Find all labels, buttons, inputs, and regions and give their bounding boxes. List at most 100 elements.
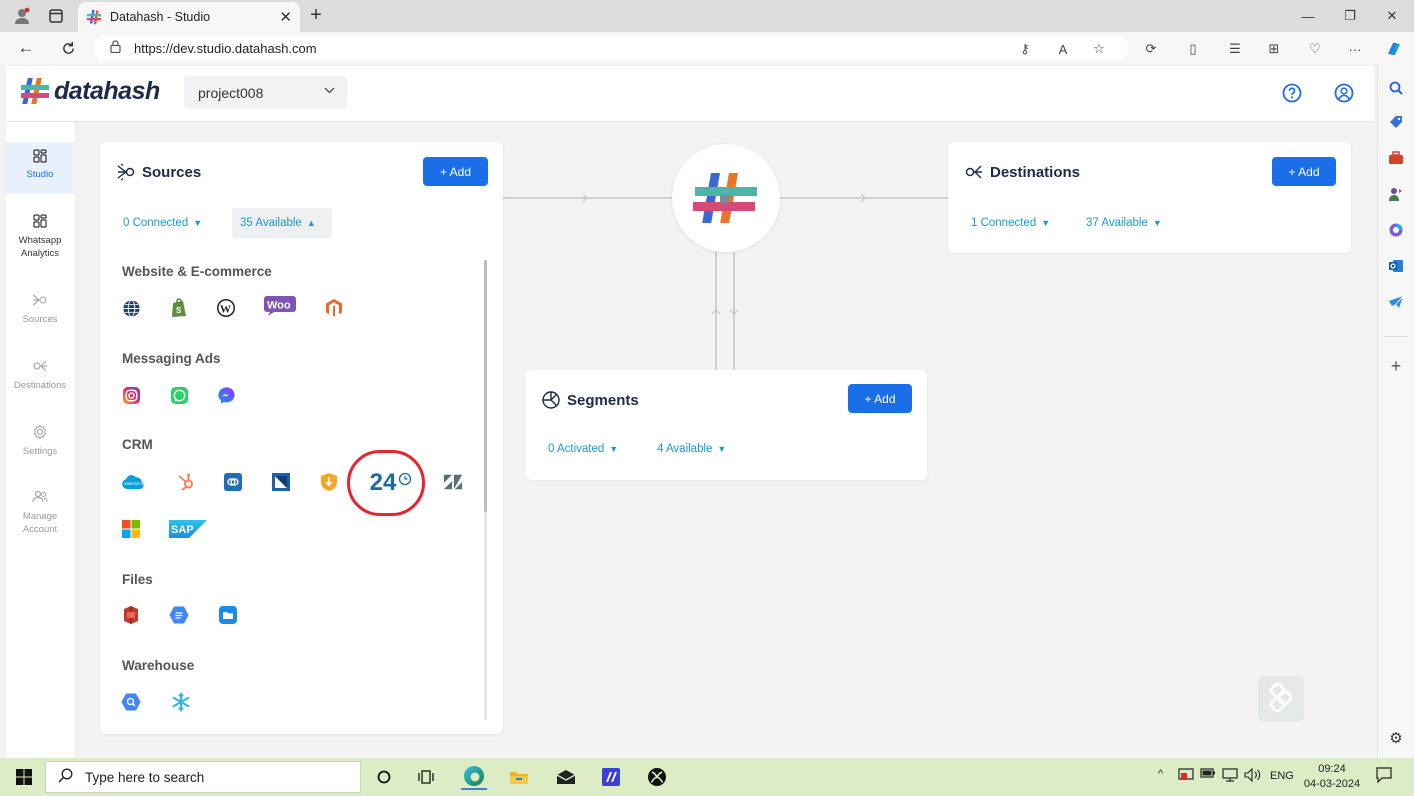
aws-s3-icon[interactable] <box>121 605 141 625</box>
datahash-hub[interactable] <box>672 144 780 252</box>
microsoft365-icon[interactable] <box>1386 220 1406 240</box>
games-icon[interactable] <box>1386 184 1406 204</box>
task-view-icon[interactable] <box>413 764 439 790</box>
favorite-star-icon[interactable]: ☆ <box>1088 38 1110 60</box>
segments-activated-dropdown[interactable]: 0 Activated ▼ <box>540 434 626 464</box>
sidebar-item-destinations[interactable]: Destinations <box>6 358 74 391</box>
globe-icon[interactable] <box>121 298 141 318</box>
sources-available-dropdown[interactable]: 35 Available ▲ <box>232 208 332 238</box>
sap-icon[interactable]: SAP <box>169 519 207 539</box>
tray-chevron-up-icon[interactable]: ^ <box>1158 768 1163 780</box>
language-indicator[interactable]: ENG <box>1270 770 1294 782</box>
windows-start-icon[interactable] <box>16 769 32 790</box>
messenger-icon[interactable] <box>216 385 236 405</box>
microsoft-icon[interactable] <box>121 519 141 539</box>
datahash-logo[interactable]: datahash <box>20 76 160 106</box>
tab-close-icon[interactable]: ✕ <box>279 8 292 26</box>
maximize-button[interactable]: ❐ <box>1330 4 1370 28</box>
add-segment-button[interactable]: + Add <box>848 384 912 413</box>
salesforce-icon[interactable]: salesforce <box>120 472 146 492</box>
grid-icon <box>33 149 47 163</box>
back-icon[interactable]: ← <box>12 36 40 60</box>
chat-widget-icon[interactable] <box>1258 676 1304 722</box>
copilot-icon[interactable] <box>1383 38 1405 60</box>
svg-text:Woo: Woo <box>267 300 291 312</box>
destinations-connected-dropdown[interactable]: 1 Connected ▼ <box>963 208 1058 238</box>
sidebar-item-settings[interactable]: Settings <box>6 424 74 457</box>
cortana-icon[interactable] <box>371 764 397 790</box>
segments-title: Segments <box>541 390 639 410</box>
destinations-available-dropdown[interactable]: 37 Available ▼ <box>1078 208 1170 238</box>
tray-security-icon[interactable] <box>1178 768 1194 785</box>
logo-text: datahash <box>54 76 160 105</box>
tools-briefcase-icon[interactable] <box>1386 148 1406 168</box>
read-aloud-icon[interactable]: A <box>1052 38 1074 60</box>
help-icon[interactable] <box>1282 83 1302 103</box>
segments-available-dropdown[interactable]: 4 Available ▼ <box>649 434 734 464</box>
magento-icon[interactable] <box>324 298 344 318</box>
extensions-icon[interactable]: ⟳ <box>1140 38 1162 60</box>
sources-scrollbar-thumb[interactable] <box>484 260 487 512</box>
sidebar-item-studio[interactable]: Studio <box>6 142 74 194</box>
files-icon[interactable] <box>218 605 238 625</box>
wordpress-icon[interactable]: W <box>216 298 236 318</box>
shopping-tag-icon[interactable] <box>1386 112 1406 132</box>
taskbar-search-input[interactable]: Type here to search <box>45 761 361 793</box>
app-icon[interactable] <box>598 764 624 790</box>
datahash-hub-logo-icon <box>693 173 757 223</box>
new-tab-button[interactable]: + <box>304 3 328 27</box>
account-icon[interactable] <box>1334 83 1354 103</box>
zendesk-icon[interactable] <box>443 472 463 492</box>
network-icon[interactable] <box>1222 768 1238 785</box>
favorites-icon[interactable]: ☰ <box>1224 38 1246 60</box>
sidebar-item-manage-account[interactable]: Manage Account <box>6 490 74 536</box>
minimize-button[interactable]: — <box>1288 4 1328 28</box>
volume-icon[interactable] <box>1244 767 1262 785</box>
tab-title: Datahash - Studio <box>110 10 211 24</box>
grid-icon <box>33 214 47 228</box>
browser-essentials-icon[interactable]: ♡ <box>1304 38 1326 60</box>
xbox-icon[interactable] <box>644 764 670 790</box>
url-input[interactable]: https://dev.studio.datahash.com <box>94 35 1128 61</box>
leadsquared-icon[interactable] <box>319 472 339 492</box>
key-icon[interactable]: ⚷ <box>1014 38 1036 60</box>
whatsapp-icon[interactable] <box>169 385 189 405</box>
zoho-icon[interactable] <box>223 472 243 492</box>
sidebar-item-whatsapp-analytics[interactable]: Whatsapp Analytics <box>6 214 74 260</box>
split-screen-icon[interactable]: ▯ <box>1182 38 1204 60</box>
google-docs-icon[interactable] <box>169 605 189 625</box>
project-select[interactable]: project008 <box>184 76 347 109</box>
sources-connected-dropdown[interactable]: 0 Connected ▼ <box>115 208 210 238</box>
add-destination-button[interactable]: + Add <box>1272 157 1336 186</box>
mail-icon[interactable] <box>553 764 579 790</box>
file-explorer-icon[interactable] <box>506 764 532 790</box>
woocommerce-icon[interactable]: Woo <box>263 296 297 316</box>
add-source-button[interactable]: + Add <box>423 157 488 186</box>
instagram-icon[interactable] <box>121 385 141 405</box>
sources-scrollbar[interactable] <box>484 260 487 720</box>
snowflake-icon[interactable] <box>171 692 191 712</box>
taskbar-clock[interactable]: 09:24 04-03-2024 <box>1300 762 1364 792</box>
freshworks-icon[interactable] <box>271 472 291 492</box>
tab-actions-icon[interactable] <box>42 4 70 28</box>
profile-icon[interactable] <box>8 4 36 28</box>
telegram-send-icon[interactable] <box>1386 292 1406 312</box>
bigquery-icon[interactable] <box>121 692 141 712</box>
add-sidebar-app-icon[interactable]: + <box>1386 356 1406 376</box>
sidebar-settings-icon[interactable]: ⚙ <box>1386 728 1406 748</box>
search-icon[interactable] <box>1386 78 1406 98</box>
hubspot-icon[interactable] <box>176 472 196 492</box>
more-options-icon[interactable]: ··· <box>1344 38 1366 60</box>
shopify-icon[interactable]: S <box>169 298 189 318</box>
battery-icon[interactable] <box>1200 768 1216 781</box>
outlook-icon[interactable] <box>1386 256 1406 276</box>
browser-tab[interactable]: Datahash - Studio ✕ <box>78 2 300 32</box>
close-window-button[interactable]: ✕ <box>1372 4 1412 28</box>
chevron-down-icon <box>324 85 335 97</box>
refresh-icon[interactable] <box>54 36 82 60</box>
notification-icon[interactable] <box>1376 767 1392 786</box>
edge-taskbar-icon[interactable] <box>461 764 487 790</box>
collections-icon[interactable]: ⊞ <box>1263 38 1285 60</box>
sources-card: Sources + Add 0 Connected ▼ 35 Available ▲… <box>100 142 503 734</box>
sidebar-item-sources[interactable]: Sources <box>6 292 74 325</box>
